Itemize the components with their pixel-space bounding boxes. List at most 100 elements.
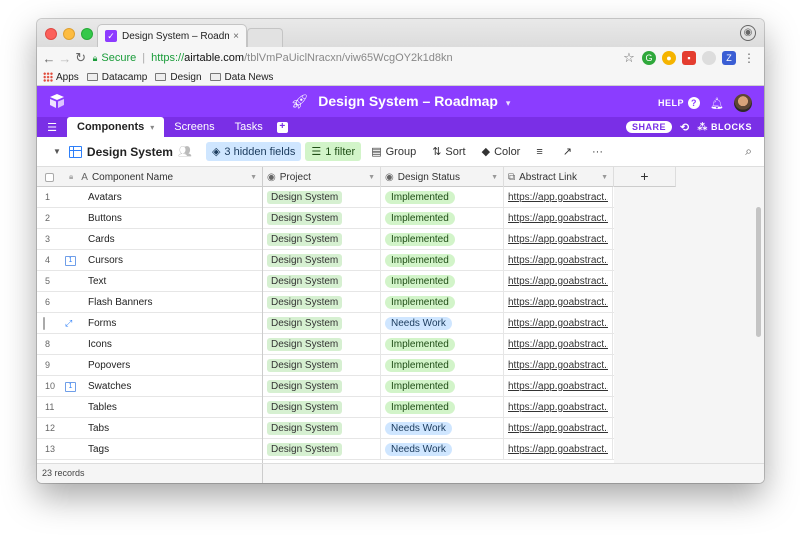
design-status-cell[interactable]: Implemented xyxy=(381,333,504,355)
column-header-abstract-link[interactable]: ⧉ Abstract Link ▼ xyxy=(504,167,614,187)
profile-icon[interactable]: ◉ xyxy=(740,25,756,41)
abstract-link[interactable]: https://app.goabstract... xyxy=(508,339,608,350)
column-header-project[interactable]: ◉ Project ▼ xyxy=(263,167,381,187)
abstract-link-cell[interactable]: https://app.goabstract... xyxy=(504,228,613,250)
tab-close-icon[interactable]: × xyxy=(233,31,239,42)
chevron-down-icon[interactable]: ▼ xyxy=(250,174,257,181)
component-name-cell[interactable]: Cursors xyxy=(85,255,123,266)
abstract-link-cell[interactable]: https://app.goabstract... xyxy=(504,396,613,418)
table-row[interactable]: 6 Flash Banners xyxy=(37,292,262,313)
column-header-design-status[interactable]: ◉ Design Status ▼ xyxy=(381,167,504,187)
table-row[interactable]: Design System Needs Work https://app.goabs… xyxy=(263,312,614,334)
url-input[interactable]: 🔒︎ Secure | https:// airtable.com /tblVm… xyxy=(93,49,622,67)
abstract-link-cell[interactable]: https://app.goabstract... xyxy=(504,417,613,439)
project-cell[interactable]: Design System xyxy=(263,291,381,313)
search-icon[interactable]: ⌕ xyxy=(745,144,752,159)
bookmark-star-icon[interactable]: ☆ xyxy=(622,51,636,65)
design-status-cell[interactable]: Implemented xyxy=(381,396,504,418)
chevron-down-icon[interactable]: ▼ xyxy=(368,174,375,181)
hide-fields-button[interactable]: ◈ 3 hidden fields xyxy=(205,142,302,161)
table-row[interactable]: Design System Needs Work https://app.goabs… xyxy=(263,417,614,439)
group-button[interactable]: ▤ Group xyxy=(365,142,422,161)
bookmark-design[interactable]: Design xyxy=(155,72,202,83)
table-row[interactable]: 5 Text xyxy=(37,271,262,292)
design-status-cell[interactable]: Implemented xyxy=(381,207,504,229)
component-name-cell[interactable]: Cards xyxy=(85,234,115,245)
base-title[interactable]: 🚀︎ Design System – Roadmap ▾ xyxy=(37,93,764,110)
abstract-link[interactable]: https://app.goabstract... xyxy=(508,360,608,371)
abstract-link[interactable]: https://app.goabstract... xyxy=(508,423,608,434)
table-row[interactable]: 4 1 Cursors xyxy=(37,250,262,271)
table-row[interactable]: 2 Buttons xyxy=(37,208,262,229)
view-name[interactable]: Design System xyxy=(87,145,173,159)
abstract-link[interactable]: https://app.goabstract... xyxy=(508,402,608,413)
table-row[interactable]: Design System Implemented https://app.goab… xyxy=(263,228,614,250)
table-row[interactable]: 13 Tags xyxy=(37,439,262,460)
comment-count-badge[interactable]: 1 xyxy=(65,380,85,392)
bookmark-datacamp[interactable]: Datacamp xyxy=(86,72,147,83)
expand-record-icon[interactable]: ⤢ xyxy=(65,318,85,329)
abstract-link[interactable]: https://app.goabstract... xyxy=(508,297,608,308)
share-view-button[interactable]: ↗ xyxy=(557,142,582,161)
table-row[interactable]: 1 Avatars xyxy=(37,187,262,208)
abstract-link[interactable]: https://app.goabstract... xyxy=(508,255,608,266)
share-button[interactable]: SHARE xyxy=(626,121,673,133)
project-cell[interactable]: Design System xyxy=(263,228,381,250)
component-name-cell[interactable]: Icons xyxy=(85,339,112,350)
table-row[interactable]: Design System Implemented https://app.goab… xyxy=(263,354,614,376)
gray-extension-icon[interactable] xyxy=(702,51,716,65)
abstract-link-cell[interactable]: https://app.goabstract... xyxy=(504,291,613,313)
design-status-cell[interactable]: Needs Work xyxy=(381,438,504,460)
project-cell[interactable]: Design System xyxy=(263,333,381,355)
abstract-link-cell[interactable]: https://app.goabstract... xyxy=(504,249,613,271)
zoom-window-button[interactable] xyxy=(81,28,93,40)
table-row[interactable]: ⤢ Forms xyxy=(37,313,262,334)
table-row[interactable]: 9 Popovers xyxy=(37,355,262,376)
project-cell[interactable]: Design System xyxy=(263,312,381,334)
close-window-button[interactable] xyxy=(45,28,57,40)
column-header-component-name[interactable]: 🔒︎ A Component Name ▼ xyxy=(65,167,262,187)
abstract-link-cell[interactable]: https://app.goabstract... xyxy=(504,186,613,208)
component-name-cell[interactable]: Forms xyxy=(85,318,116,329)
component-name-cell[interactable]: Tags xyxy=(85,444,109,455)
abstract-link-cell[interactable]: https://app.goabstract... xyxy=(504,270,613,292)
red-extension-icon[interactable]: ▪ xyxy=(682,51,696,65)
avatar[interactable] xyxy=(734,94,752,112)
abstract-link[interactable]: https://app.goabstract... xyxy=(508,381,608,392)
chevron-down-icon[interactable]: ▾ xyxy=(150,123,154,132)
component-name-cell[interactable]: Flash Banners xyxy=(85,297,152,308)
collapse-caret-icon[interactable]: ▼ xyxy=(53,147,61,156)
table-row[interactable]: Design System Implemented https://app.goab… xyxy=(263,186,614,208)
grammarly-extension-icon[interactable]: G xyxy=(642,51,656,65)
honey-extension-icon[interactable]: ● xyxy=(662,51,676,65)
design-status-cell[interactable]: Implemented xyxy=(381,186,504,208)
comment-count-badge[interactable]: 1 xyxy=(65,254,85,266)
project-cell[interactable]: Design System xyxy=(263,396,381,418)
table-row[interactable]: Design System Implemented https://app.goab… xyxy=(263,207,614,229)
project-cell[interactable]: Design System xyxy=(263,207,381,229)
design-status-cell[interactable]: Implemented xyxy=(381,354,504,376)
project-cell[interactable]: Design System xyxy=(263,417,381,439)
bookmark-apps[interactable]: Apps xyxy=(43,72,79,83)
color-button[interactable]: ◆ Color xyxy=(476,142,527,161)
component-name-cell[interactable]: Tables xyxy=(85,402,117,413)
project-cell[interactable]: Design System xyxy=(263,270,381,292)
abstract-link-cell[interactable]: https://app.goabstract... xyxy=(504,333,613,355)
abstract-link-cell[interactable]: https://app.goabstract... xyxy=(504,438,613,460)
z-extension-icon[interactable]: Z xyxy=(722,51,736,65)
table-row[interactable]: Design System Implemented https://app.goab… xyxy=(263,396,614,418)
component-name-cell[interactable]: Text xyxy=(85,276,106,287)
design-status-cell[interactable]: Implemented xyxy=(381,228,504,250)
project-cell[interactable]: Design System xyxy=(263,186,381,208)
sort-button[interactable]: ⇅ Sort xyxy=(426,142,471,161)
project-cell[interactable]: Design System xyxy=(263,438,381,460)
abstract-link[interactable]: https://app.goabstract... xyxy=(508,444,608,455)
row-checkbox[interactable] xyxy=(43,316,45,330)
minimize-window-button[interactable] xyxy=(63,28,75,40)
abstract-link-cell[interactable]: https://app.goabstract... xyxy=(504,354,613,376)
table-row[interactable]: 3 Cards xyxy=(37,229,262,250)
history-icon[interactable]: ⟲ xyxy=(680,121,689,134)
abstract-link-cell[interactable]: https://app.goabstract... xyxy=(504,312,613,334)
select-all-checkbox[interactable] xyxy=(45,172,54,182)
blocks-button[interactable]: ⁂ BLOCKS xyxy=(697,122,752,133)
